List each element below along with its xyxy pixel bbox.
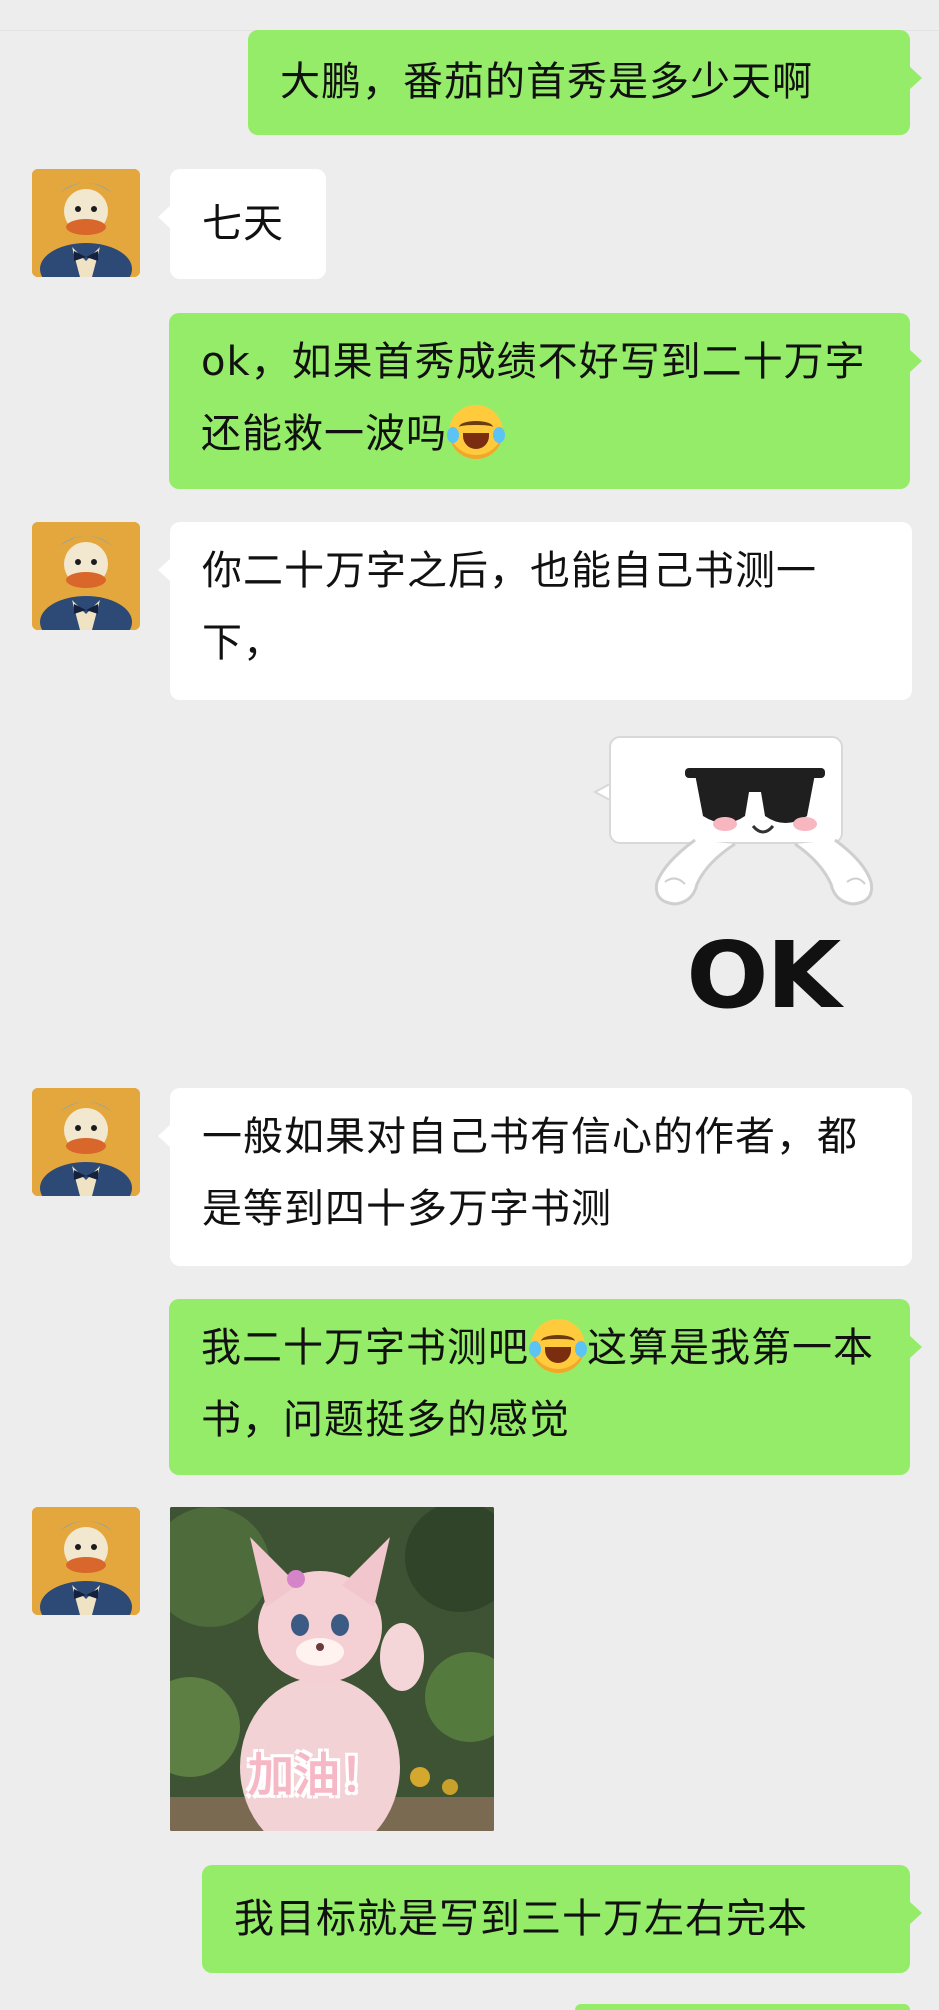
laugh-cry-emoji-icon bbox=[529, 1319, 587, 1373]
sunglasses-ok-sticker[interactable]: OK bbox=[585, 732, 895, 1032]
message-bubble-received[interactable]: 你二十万字之后，也能自己书测一下， bbox=[158, 522, 912, 700]
sticker-ok-text: OK bbox=[686, 922, 841, 1029]
message-bubble-received[interactable]: 七天 bbox=[158, 169, 326, 279]
message-bubble-sent[interactable]: 我目标就是写到三十万左右完本 bbox=[202, 1865, 922, 1973]
message-bubble-sent[interactable]: 我二十万字书测吧 这算是我第一本书，问题挺多的感觉 bbox=[169, 1299, 922, 1475]
message-text: 我目标就是写到三十万左右完本 bbox=[234, 1896, 808, 1942]
message-text: 一般如果对自己书有信心的作者，都是等到四十多万字书测 bbox=[202, 1114, 858, 1232]
message-bubble-sent[interactable]: 大鹏，番茄的首秀是多少天啊 bbox=[248, 30, 922, 135]
message-bubble-sent-partial[interactable] bbox=[575, 2004, 910, 2010]
message-text: 七天 bbox=[202, 201, 284, 247]
message-text: 我二十万字书测吧 bbox=[201, 1325, 529, 1371]
gif-caption-text: 加油！ bbox=[248, 1748, 386, 1802]
message-text: ok，如果首秀成绩不好写到二十万字还能救一波吗 bbox=[201, 339, 866, 457]
pink-mascot-gif[interactable]: 加油！ bbox=[170, 1507, 494, 1831]
contact-avatar[interactable] bbox=[32, 522, 140, 630]
contact-avatar[interactable] bbox=[32, 169, 140, 277]
duck-avatar-icon bbox=[32, 1507, 140, 1615]
top-divider bbox=[0, 0, 939, 31]
message-bubble-received[interactable]: 一般如果对自己书有信心的作者，都是等到四十多万字书测 bbox=[158, 1088, 912, 1266]
contact-avatar[interactable] bbox=[32, 1507, 140, 1615]
contact-avatar[interactable] bbox=[32, 1088, 140, 1196]
message-text: 你二十万字之后，也能自己书测一下， bbox=[202, 548, 817, 666]
message-text: 大鹏，番茄的首秀是多少天啊 bbox=[280, 59, 813, 105]
laugh-cry-emoji-icon bbox=[447, 405, 505, 459]
duck-avatar-icon bbox=[32, 522, 140, 630]
duck-avatar-icon bbox=[32, 1088, 140, 1196]
duck-avatar-icon bbox=[32, 169, 140, 277]
message-bubble-sent[interactable]: ok，如果首秀成绩不好写到二十万字还能救一波吗 bbox=[169, 313, 922, 489]
